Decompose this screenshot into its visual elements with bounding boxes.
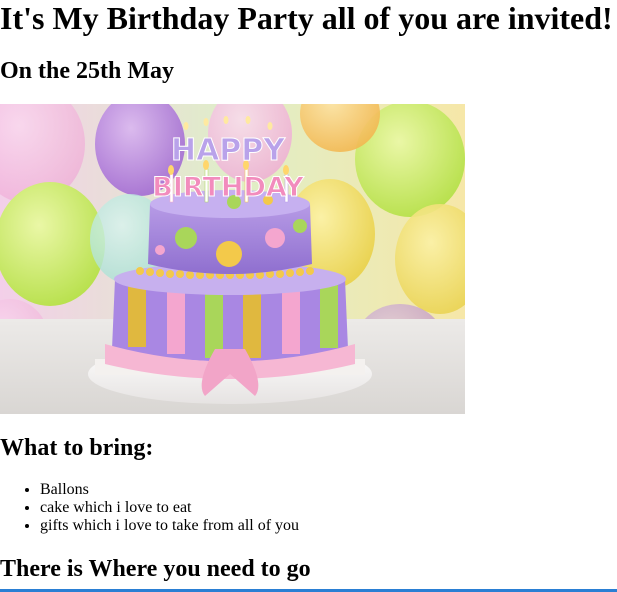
- page-title: It's My Birthday Party all of you are in…: [0, 0, 613, 36]
- bring-list: Ballons cake which i love to eat gifts w…: [0, 481, 299, 535]
- cake-text-happy: HAPPY: [171, 133, 286, 168]
- date-heading: On the 25th May: [0, 58, 174, 84]
- cake-text-birthday: BIRTHDAY: [152, 172, 304, 203]
- cake-illustration: HAPPY BIRTHDAY: [0, 104, 465, 414]
- list-item: gifts which i love to take from all of y…: [40, 517, 299, 535]
- list-item: Ballons: [40, 481, 299, 499]
- bring-heading: What to bring:: [0, 435, 154, 461]
- page: It's My Birthday Party all of you are in…: [0, 0, 617, 592]
- birthday-cake-image: HAPPY BIRTHDAY: [0, 104, 465, 414]
- list-item: cake which i love to eat: [40, 499, 299, 517]
- location-heading: There is Where you need to go: [0, 556, 311, 582]
